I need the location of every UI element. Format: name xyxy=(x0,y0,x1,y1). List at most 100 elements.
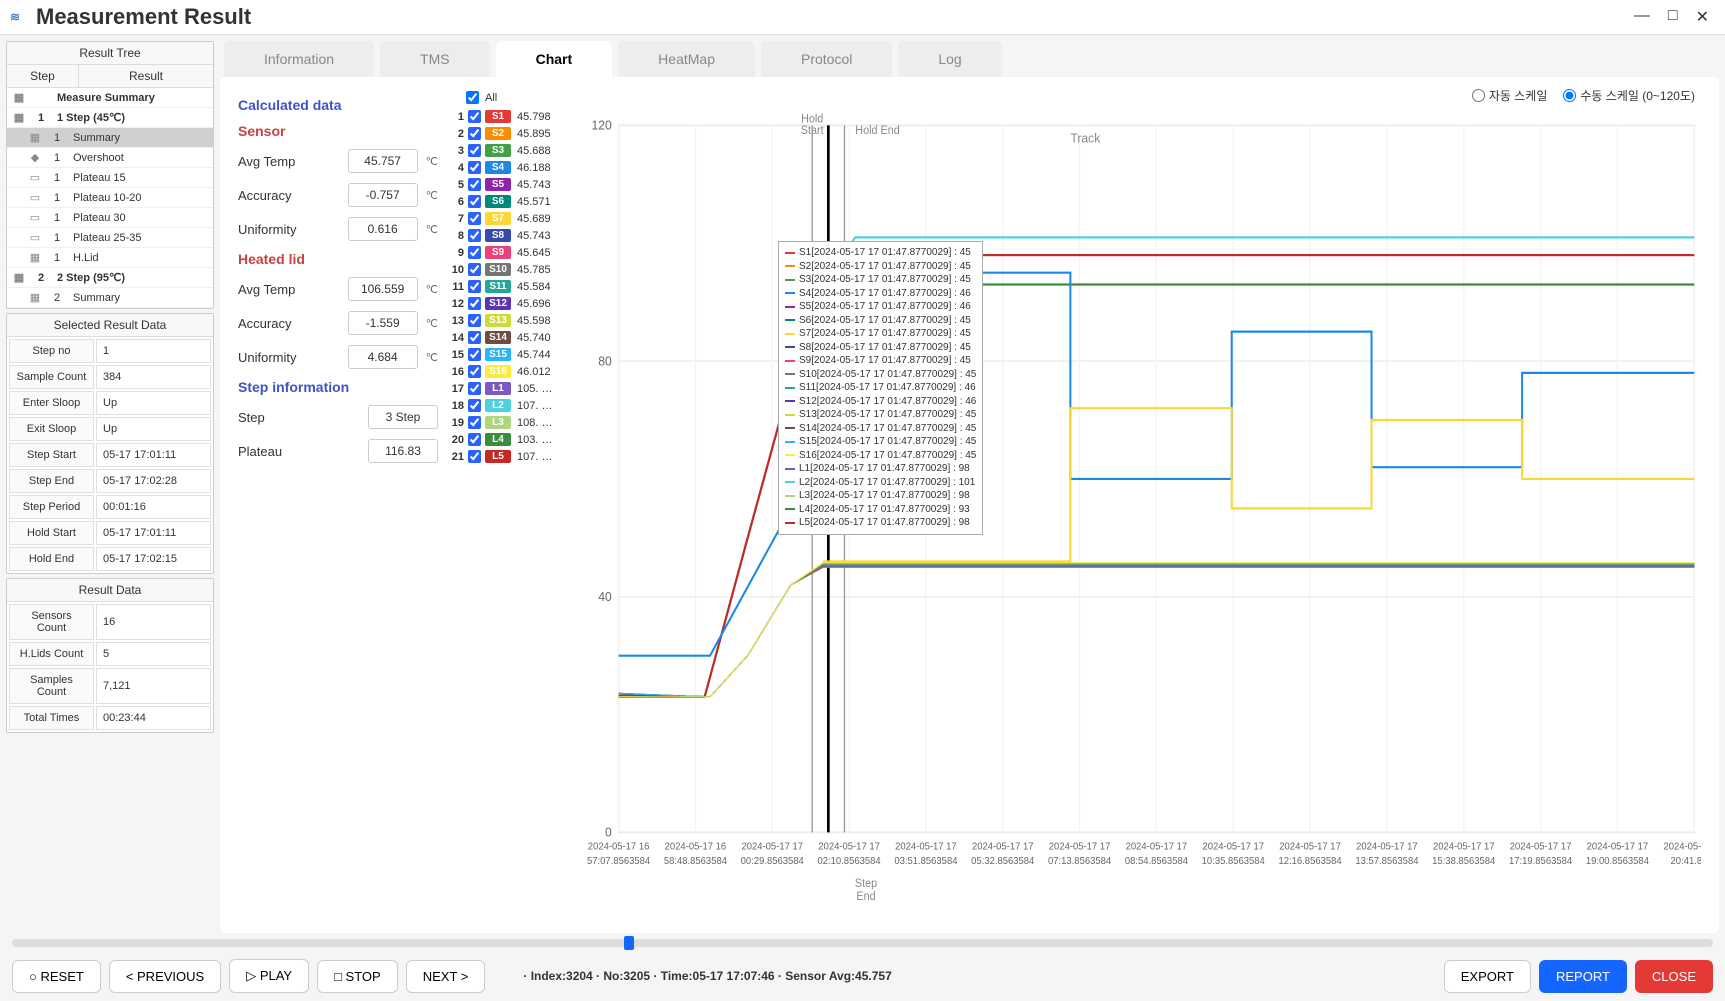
sensor-legend-item[interactable]: 14S1445.740 xyxy=(448,331,568,344)
tree-col-result: Result xyxy=(79,65,213,87)
table-row: Enter SloopUp xyxy=(9,391,211,415)
playback-progress[interactable] xyxy=(12,939,1713,947)
sensor-legend-item[interactable]: 16S1646.012 xyxy=(448,365,568,378)
next-button[interactable]: NEXT > xyxy=(406,960,486,993)
close-button[interactable]: CLOSE xyxy=(1635,960,1713,993)
sensor-legend-item[interactable]: 5S545.743 xyxy=(448,178,568,191)
chart-tooltip: S1[2024-05-17 17 01:47.8770029] : 45S2[2… xyxy=(778,241,983,535)
tree-row[interactable]: ▦1Summary xyxy=(7,128,213,148)
tab-tms[interactable]: TMS xyxy=(380,41,490,77)
svg-text:20:41.8563: 20:41.8563 xyxy=(1671,856,1701,867)
window-title: Measurement Result xyxy=(36,4,1628,30)
svg-text:17:19.8563584: 17:19.8563584 xyxy=(1509,856,1573,867)
svg-text:0: 0 xyxy=(605,825,612,839)
sensor-uni: 0.616 xyxy=(348,217,418,241)
svg-text:57:07.8563584: 57:07.8563584 xyxy=(587,856,651,867)
window-controls: — □ ✕ xyxy=(1628,5,1715,29)
svg-text:19:00.8563584: 19:00.8563584 xyxy=(1586,856,1650,867)
playback-info: · Index:3204 · No:3205 · Time:05-17 17:0… xyxy=(523,969,891,983)
sensor-legend-item[interactable]: 2S245.895 xyxy=(448,127,568,140)
sensor-acc: -0.757 xyxy=(348,183,418,207)
svg-text:End: End xyxy=(856,891,875,903)
auto-scale-radio[interactable]: 자동 스케일 xyxy=(1472,87,1548,104)
sensor-legend-item[interactable]: 15S1545.744 xyxy=(448,348,568,361)
tree-row[interactable]: ▦22 Step (95℃) xyxy=(7,268,213,288)
table-row: H.Lids Count5 xyxy=(9,642,211,666)
sensor-legend-item[interactable]: 4S446.188 xyxy=(448,161,568,174)
minimize-button[interactable]: — xyxy=(1628,5,1656,29)
svg-text:10:35.8563584: 10:35.8563584 xyxy=(1202,856,1266,867)
table-row: Sensors Count16 xyxy=(9,604,211,640)
svg-text:2024-05-17 17: 2024-05-17 17 xyxy=(741,841,803,852)
export-button[interactable]: EXPORT xyxy=(1444,960,1531,993)
result-tree-panel: Result Tree Step Result ▦Measure Summary… xyxy=(6,41,214,309)
tab-chart[interactable]: Chart xyxy=(496,41,613,77)
titlebar: ≋ Measurement Result — □ ✕ xyxy=(0,0,1725,35)
reset-button[interactable]: ○ RESET xyxy=(12,960,101,993)
sensor-legend-item[interactable]: 21L5107. … xyxy=(448,450,568,463)
svg-text:Track: Track xyxy=(1070,131,1101,145)
selected-result-header: Selected Result Data xyxy=(7,314,213,337)
sensor-legend-item[interactable]: 8S845.743 xyxy=(448,229,568,242)
step-val: 3 Step xyxy=(368,405,438,429)
svg-text:2024-05-17 17: 2024-05-17 17 xyxy=(1433,841,1495,852)
lid-avg: 106.559 xyxy=(348,277,418,301)
svg-text:2024-05-17 17: 2024-05-17 17 xyxy=(1510,841,1572,852)
maximize-button[interactable]: □ xyxy=(1662,5,1684,29)
sensor-legend-item[interactable]: 13S1345.598 xyxy=(448,314,568,327)
sensor-legend-item[interactable]: 17L1105. … xyxy=(448,382,568,395)
tab-information[interactable]: Information xyxy=(224,41,374,77)
sensor-legend-item[interactable]: 20L4103. … xyxy=(448,433,568,446)
svg-text:2024-05-17 17: 2024-05-17 17 xyxy=(895,841,957,852)
progress-handle[interactable] xyxy=(624,936,634,950)
svg-text:2024-05-17 16: 2024-05-17 16 xyxy=(588,841,650,852)
sensor-legend-item[interactable]: 18L2107. … xyxy=(448,399,568,412)
sensor-legend-item[interactable]: 11S1145.584 xyxy=(448,280,568,293)
svg-text:00:29.8563584: 00:29.8563584 xyxy=(741,856,805,867)
tab-log[interactable]: Log xyxy=(898,41,1001,77)
close-window-button[interactable]: ✕ xyxy=(1690,5,1715,29)
tab-heatmap[interactable]: HeatMap xyxy=(618,41,755,77)
table-row: Total Times00:23:44 xyxy=(9,706,211,730)
stop-button[interactable]: □ STOP xyxy=(317,960,398,993)
sensor-legend-item[interactable]: 1S145.798 xyxy=(448,110,568,123)
tree-row[interactable]: ▭1Plateau 15 xyxy=(7,168,213,188)
manual-scale-radio[interactable]: 수동 스케일 (0~120도) xyxy=(1563,87,1695,104)
play-button[interactable]: ▷ PLAY xyxy=(229,959,309,993)
tree-row[interactable]: ▦2Summary xyxy=(7,288,213,308)
svg-text:2024-05-17 17: 2024-05-17 17 xyxy=(1049,841,1111,852)
calculated-data-panel: Calculated data Sensor Avg Temp45.757℃ A… xyxy=(238,91,438,919)
tree-row[interactable]: ▭1Plateau 25-35 xyxy=(7,228,213,248)
table-row: Step End05-17 17:02:28 xyxy=(9,469,211,493)
report-button[interactable]: REPORT xyxy=(1539,960,1627,993)
tree-row[interactable]: ◆1Overshoot xyxy=(7,148,213,168)
svg-text:2024-05-17 17: 2024-05-17 17 xyxy=(1663,841,1701,852)
tree-row[interactable]: ▦11 Step (45℃) xyxy=(7,108,213,128)
tab-protocol[interactable]: Protocol xyxy=(761,41,892,77)
sensor-legend-item[interactable]: 3S345.688 xyxy=(448,144,568,157)
sensor-legend-item[interactable]: 12S1245.696 xyxy=(448,297,568,310)
sensor-legend-item[interactable]: 10S1045.785 xyxy=(448,263,568,276)
tree-row[interactable]: ▭1Plateau 30 xyxy=(7,208,213,228)
tree-row[interactable]: ▦Measure Summary xyxy=(7,88,213,108)
sensor-legend-item[interactable]: 7S745.689 xyxy=(448,212,568,225)
svg-text:13:57.8563584: 13:57.8563584 xyxy=(1355,856,1419,867)
table-row: Hold Start05-17 17:01:11 xyxy=(9,521,211,545)
sensor-avg: 45.757 xyxy=(348,149,418,173)
sensor-header: Sensor xyxy=(238,123,438,139)
svg-text:2024-05-17 17: 2024-05-17 17 xyxy=(1279,841,1341,852)
tree-row[interactable]: ▭1Plateau 10-20 xyxy=(7,188,213,208)
svg-text:03:51.8563584: 03:51.8563584 xyxy=(894,856,958,867)
sensor-legend-item[interactable]: 9S945.645 xyxy=(448,246,568,259)
sensor-legend-item[interactable]: 6S645.571 xyxy=(448,195,568,208)
table-row: Exit SloopUp xyxy=(9,417,211,441)
previous-button[interactable]: < PREVIOUS xyxy=(109,960,221,993)
result-tree-header: Result Tree xyxy=(7,42,213,65)
chart-area[interactable]: 자동 스케일 수동 스케일 (0~120도) 040801202024-05-1… xyxy=(578,91,1701,919)
svg-text:15:38.8563584: 15:38.8563584 xyxy=(1432,856,1496,867)
tree-row[interactable]: ▦1H.Lid xyxy=(7,248,213,268)
sensor-legend-item[interactable]: 19L3108. … xyxy=(448,416,568,429)
sensor-all-checkbox[interactable] xyxy=(466,91,479,104)
svg-text:2024-05-17 17: 2024-05-17 17 xyxy=(1126,841,1188,852)
svg-text:58:48.8563584: 58:48.8563584 xyxy=(664,856,728,867)
